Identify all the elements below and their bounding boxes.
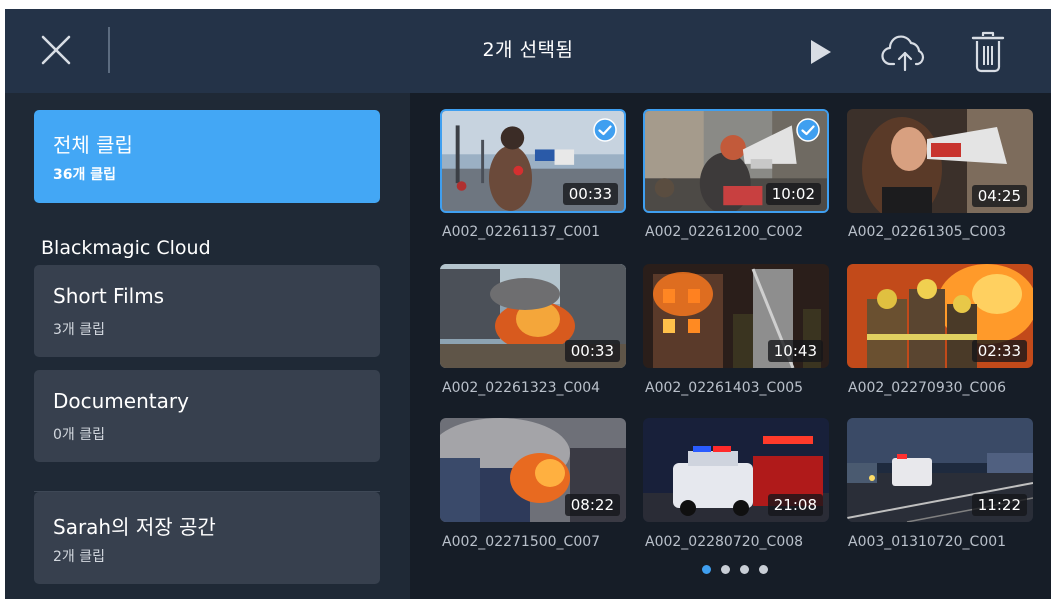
clip-duration: 11:22 [971, 494, 1027, 516]
sidebar-item-label: Documentary [53, 389, 189, 413]
clip-duration: 21:08 [767, 494, 823, 516]
sidebar-item-count: 36개 클립 [53, 167, 116, 183]
sidebar-item-count: 0개 클립 [53, 427, 105, 443]
clip-name: A002_02261403_C005 [645, 380, 804, 396]
trash-icon [971, 31, 1005, 73]
play-icon [811, 40, 831, 64]
clip-duration: 04:25 [971, 185, 1027, 207]
clip-browser-screen: 2개 선택됨 전체 클립 36개 클립 Blackmagic Cloud Sho… [5, 9, 1051, 599]
clip-duration: 02:33 [971, 340, 1027, 362]
clip-name: A002_02280720_C008 [645, 534, 804, 550]
clip-duration: 00:33 [562, 183, 618, 205]
clip-duration: 08:22 [564, 494, 620, 516]
clip-duration: 10:02 [765, 183, 821, 205]
page-dot-4[interactable] [759, 565, 768, 574]
sidebar-item-label: Short Films [53, 284, 165, 308]
sidebar-item-all-clips[interactable]: 전체 클립 36개 클립 [34, 110, 380, 203]
clip-name: A002_02261323_C004 [442, 380, 601, 396]
clip-duration: 10:43 [767, 340, 823, 362]
sidebar-item-label: Sarah의 저장 공간 [53, 515, 216, 539]
cloud-upload-icon [881, 35, 925, 72]
clip-name: A003_01310720_C001 [848, 534, 1007, 550]
top-bar: 2개 선택됨 [5, 9, 1051, 93]
clip-thumbnail[interactable]: 21:08 [643, 418, 829, 522]
clip-thumbnail[interactable]: 00:33 [440, 264, 626, 368]
clip-name: A002_02271500_C007 [442, 534, 601, 550]
clip-thumbnail[interactable]: 02:33 [847, 264, 1033, 368]
clip-thumbnail[interactable]: 00:33 [440, 109, 626, 213]
play-button[interactable] [805, 36, 837, 68]
section-heading-cloud: Blackmagic Cloud [41, 237, 211, 259]
clip-thumbnail[interactable]: 04:25 [847, 109, 1033, 213]
clip-name: A002_02270930_C006 [848, 380, 1007, 396]
sidebar-item-count: 3개 클립 [53, 322, 105, 338]
sidebar-item-documentary[interactable]: Documentary 0개 클립 [34, 370, 380, 462]
clip-name: A002_02261305_C003 [848, 224, 1007, 240]
clip-thumbnail[interactable]: 11:22 [847, 418, 1033, 522]
clip-thumbnail[interactable]: 08:22 [440, 418, 626, 522]
clip-thumbnail[interactable]: 10:43 [643, 264, 829, 368]
clip-name: A002_02261200_C002 [645, 224, 804, 240]
selected-check-icon [796, 118, 820, 142]
selected-check-icon [593, 118, 617, 142]
clip-duration: 00:33 [564, 340, 620, 362]
upload-button[interactable] [881, 31, 929, 73]
sidebar: 전체 클립 36개 클립 Blackmagic Cloud Short Film… [5, 93, 410, 599]
page-dot-2[interactable] [721, 565, 730, 574]
page-dot-1[interactable] [702, 565, 711, 574]
sidebar-item-count: 2개 클립 [53, 549, 105, 565]
sidebar-item-short-films[interactable]: Short Films 3개 클립 [34, 265, 380, 357]
page-dot-3[interactable] [740, 565, 749, 574]
clip-thumbnail[interactable]: 10:02 [643, 109, 829, 213]
clip-name: A002_02261137_C001 [442, 224, 601, 240]
sidebar-item-label: 전체 클립 [53, 133, 133, 157]
delete-button[interactable] [969, 29, 1007, 75]
sidebar-item-local-storage[interactable]: Sarah의 저장 공간 2개 클립 [34, 492, 380, 584]
